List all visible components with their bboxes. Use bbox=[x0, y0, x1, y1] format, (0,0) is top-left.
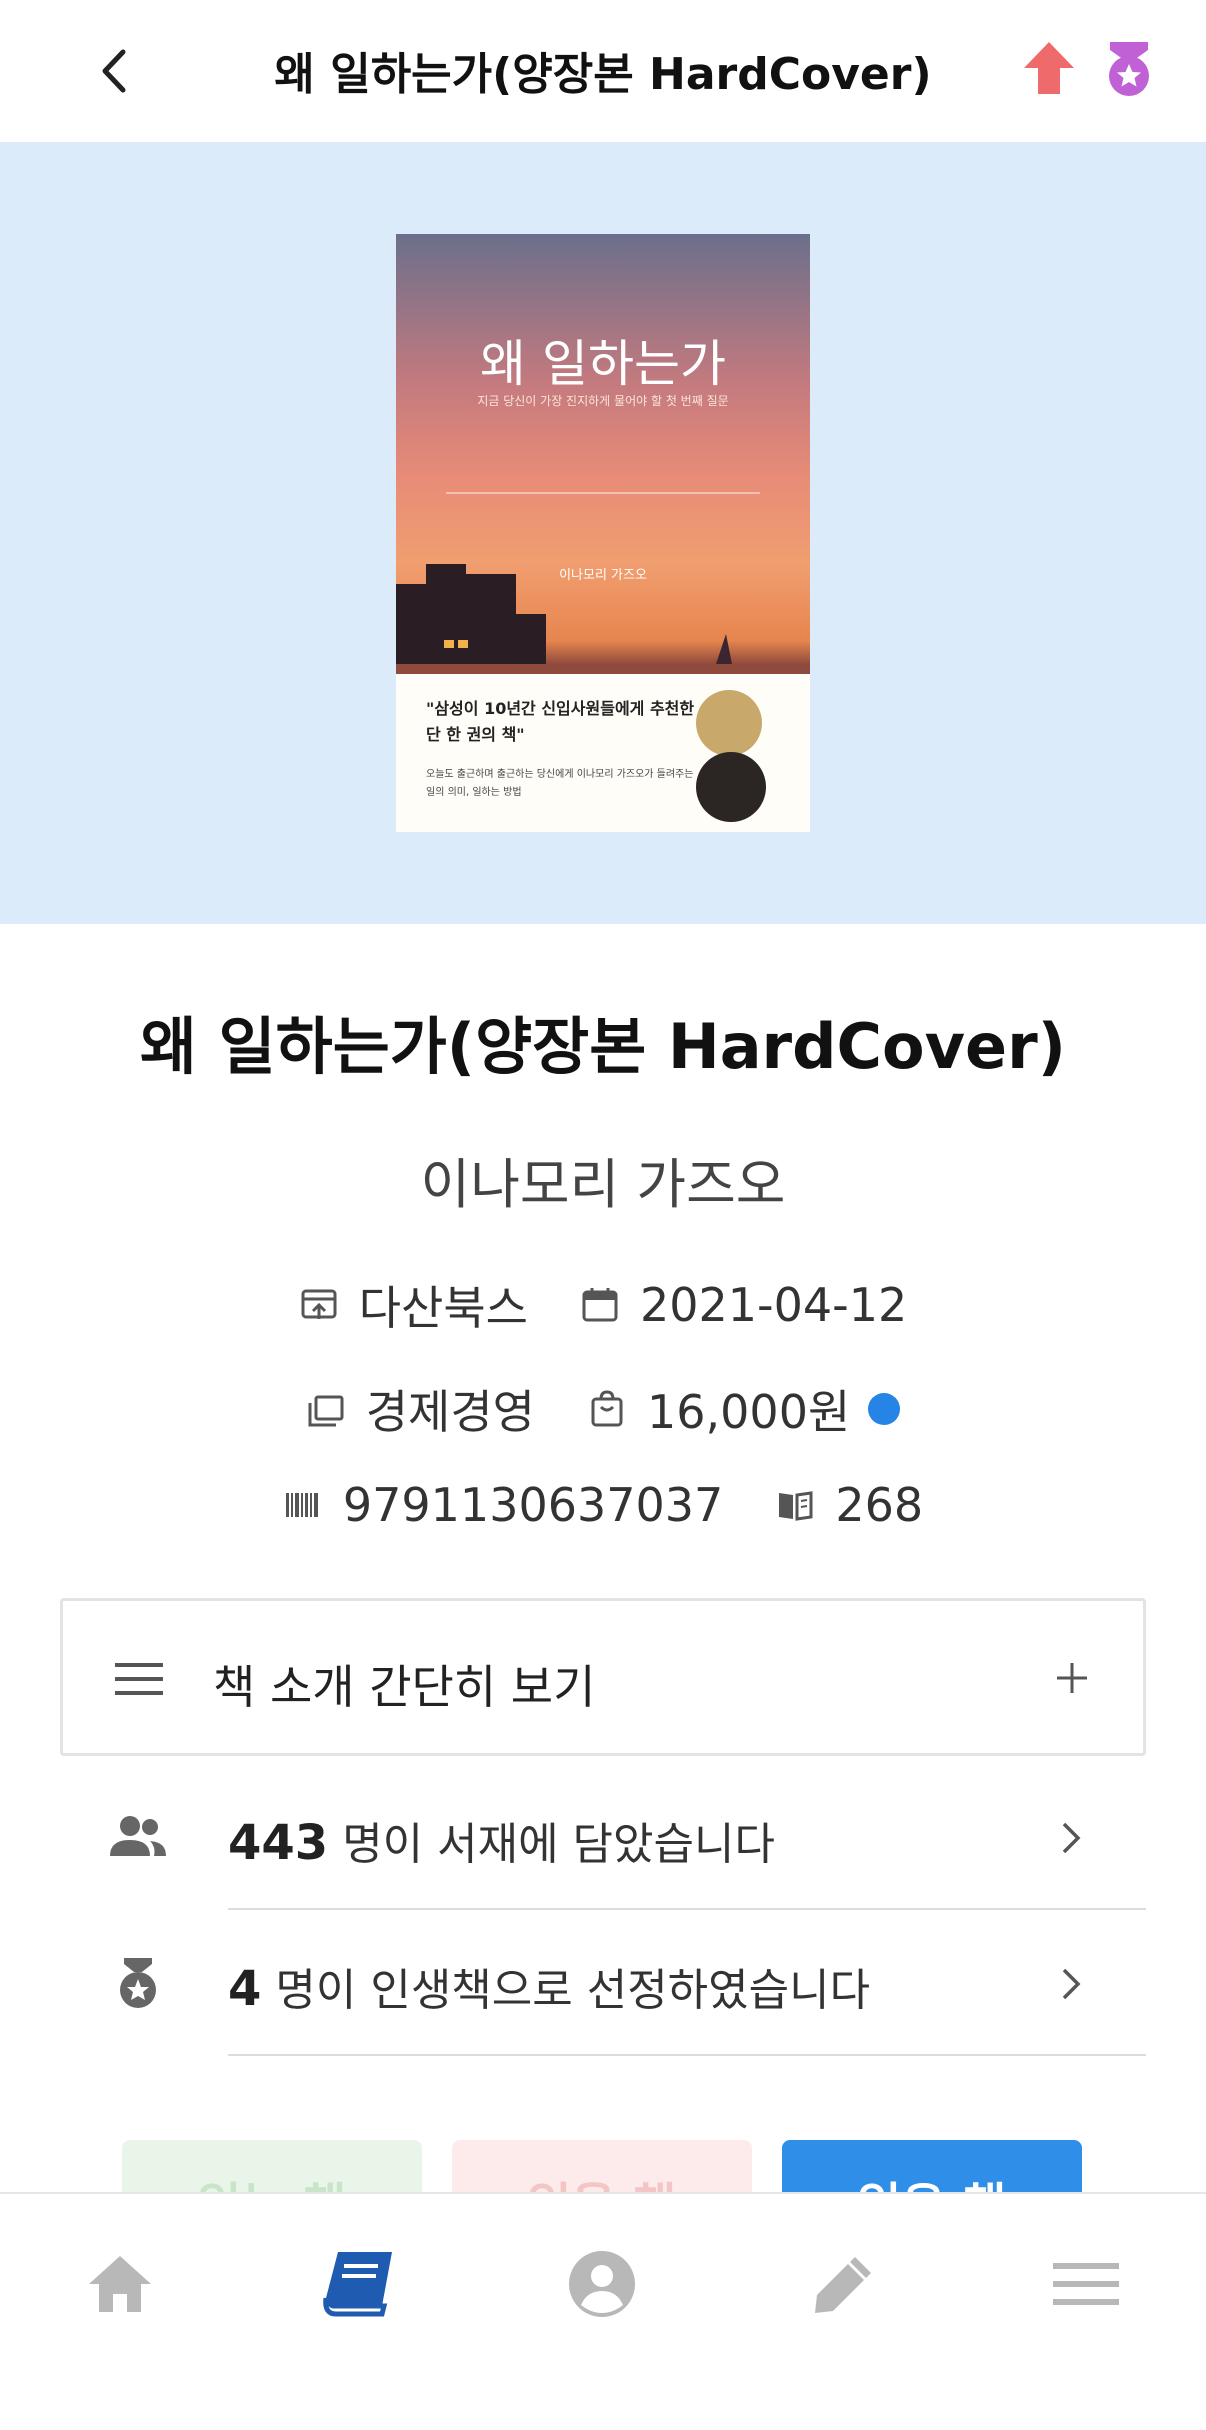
back-button[interactable] bbox=[80, 36, 150, 106]
date-text: 2021-04-12 bbox=[639, 1278, 908, 1332]
book-author: 이나모리 가즈오 bbox=[420, 1153, 786, 1216]
pages-text: 268 bbox=[835, 1478, 924, 1532]
nav-menu[interactable] bbox=[1036, 2234, 1136, 2334]
book-icon bbox=[323, 2252, 392, 2317]
price-indicator-dot[interactable] bbox=[868, 1393, 901, 1425]
cover-divider bbox=[446, 492, 760, 494]
user-circle-icon bbox=[569, 2251, 635, 2317]
nav-home[interactable] bbox=[70, 2234, 170, 2334]
life-book-count-number: 4 bbox=[228, 1961, 262, 2017]
shelf-count-text: 443 명이 서재에 담았습니다 bbox=[228, 1808, 775, 1872]
life-book-button[interactable] bbox=[1100, 38, 1158, 100]
chevron-right-icon bbox=[1062, 1968, 1081, 2000]
top-bar: 왜 일하는가(양장본 HardCover) bbox=[0, 0, 1206, 142]
nav-books[interactable] bbox=[310, 2234, 410, 2334]
meta-isbn: 9791130637037 bbox=[283, 1478, 723, 1532]
chevron-left-icon bbox=[102, 49, 126, 93]
pages-icon bbox=[779, 1491, 813, 1521]
barcode-icon bbox=[285, 1493, 318, 1517]
publisher-icon bbox=[301, 1289, 337, 1319]
life-book-count-row[interactable]: 4 명이 인생책으로 선정하였습니다 bbox=[0, 1910, 1206, 2056]
calendar-icon bbox=[582, 1288, 618, 1322]
shelf-count-label: 명이 서재에 담았습니다 bbox=[328, 1819, 775, 1870]
price-text: 16,000원 bbox=[647, 1385, 851, 1439]
category-icon bbox=[308, 1395, 344, 1427]
meta-price: 16,000원 bbox=[587, 1376, 901, 1442]
cover-quote: "삼성이 10년간 신입사원들에게 추천한 단 한 권의 책" bbox=[426, 699, 695, 744]
cover-area: 왜 일하는가 지금 당신이 가장 진지하게 물어야 할 첫 번째 질문 이나모리… bbox=[0, 142, 1206, 924]
cover-note: 오늘도 출근하며 출근하는 당신에게 이나모리 가즈오가 들려주는 일의 의미,… bbox=[426, 769, 694, 798]
home-icon bbox=[89, 2256, 151, 2312]
cover-title: 왜 일하는가 bbox=[480, 335, 726, 393]
life-book-count-text: 4 명이 인생책으로 선정하였습니다 bbox=[228, 1954, 870, 2018]
shelf-count-row[interactable]: 443 명이 서재에 담았습니다 bbox=[0, 1764, 1206, 1910]
bottom-nav bbox=[0, 2192, 1206, 2430]
cover-bottom-panel: "삼성이 10년간 신입사원들에게 추천한 단 한 권의 책" 오늘도 출근하며… bbox=[396, 674, 810, 832]
price-icon bbox=[591, 1390, 623, 1427]
cover-badge bbox=[696, 752, 766, 822]
pencil-icon bbox=[815, 2257, 871, 2313]
publisher-text: 다산북스 bbox=[358, 1281, 528, 1335]
cover-subtitle: 지금 당신이 가장 진지하게 물어야 할 첫 번째 질문 bbox=[477, 394, 729, 408]
medal-icon bbox=[120, 1958, 156, 2008]
book-cover[interactable]: 왜 일하는가 지금 당신이 가장 진지하게 물어야 할 첫 번째 질문 이나모리… bbox=[396, 234, 810, 832]
medal-icon bbox=[1109, 42, 1149, 96]
menu-icon bbox=[115, 1663, 163, 1695]
book-title: 왜 일하는가(양장본 HardCover) bbox=[140, 1010, 1066, 1083]
nav-write[interactable] bbox=[794, 2234, 894, 2334]
accordion-label: 책 소개 간단히 보기 bbox=[213, 1660, 596, 1714]
page-title: 왜 일하는가(양장본 HardCover) bbox=[274, 49, 932, 100]
life-book-count-label: 명이 인생책으로 선정하였습니다 bbox=[261, 1965, 871, 2016]
menu-icon bbox=[1053, 2263, 1119, 2305]
cover-silhouette bbox=[396, 564, 732, 664]
chevron-right-icon bbox=[1062, 1822, 1081, 1854]
meta-date: 2021-04-12 bbox=[580, 1278, 907, 1332]
share-button[interactable] bbox=[1020, 38, 1078, 100]
category-text: 경제경영 bbox=[365, 1385, 535, 1439]
divider bbox=[228, 2054, 1146, 2056]
meta-row: 경제경영 16,000원 bbox=[0, 1376, 1206, 1442]
book-intro-accordion[interactable]: 책 소개 간단히 보기 bbox=[60, 1598, 1146, 1756]
plus-icon[interactable] bbox=[1053, 1659, 1091, 1697]
isbn-text: 9791130637037 bbox=[342, 1478, 724, 1532]
meta-category: 경제경영 bbox=[306, 1376, 535, 1442]
meta-pages: 268 bbox=[775, 1478, 923, 1532]
shelf-count-number: 443 bbox=[228, 1815, 329, 1871]
meta-publisher: 다산북스 bbox=[299, 1272, 528, 1338]
nav-profile[interactable] bbox=[552, 2234, 652, 2334]
cover-badge bbox=[696, 690, 762, 756]
meta-row: 9791130637037 268 bbox=[0, 1478, 1206, 1532]
people-icon bbox=[110, 1816, 166, 1856]
arrow-up-icon bbox=[1024, 42, 1074, 94]
meta-row: 다산북스 2021-04-12 bbox=[0, 1272, 1206, 1338]
